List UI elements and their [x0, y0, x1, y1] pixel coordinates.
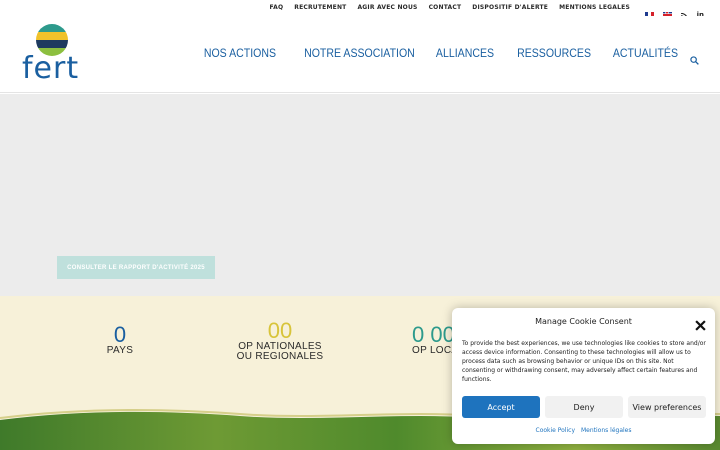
stat-op-nationales: 00 OP NATIONALES OU REGIONALES — [220, 320, 340, 362]
top-utility-bar: FAQ RECRUTEMENT AGIR AVEC NOUS CONTACT D… — [0, 0, 720, 21]
cookie-consent-dialog: Manage Cookie Consent To provide the bes… — [452, 308, 715, 444]
accept-button[interactable]: Accept — [462, 396, 540, 418]
stat-number: 00 — [267, 318, 293, 343]
stat-label-line2: OU REGIONALES — [236, 351, 324, 362]
top-nav-agir[interactable]: AGIR AVEC NOUS — [357, 4, 417, 11]
rapport-activite-button[interactable]: CONSULTER LE RAPPORT D'ACTIVITÉ 2025 — [57, 256, 215, 279]
cookie-buttons: Accept Deny View preferences — [462, 396, 706, 418]
cookie-description: To provide the best experiences, we use … — [462, 340, 706, 383]
top-nav-recrutement[interactable]: RECRUTEMENT — [294, 4, 346, 11]
view-preferences-button[interactable]: View preferences — [628, 396, 706, 418]
nav-alliances[interactable]: ALLIANCES — [436, 46, 494, 60]
cookie-title: Manage Cookie Consent — [535, 317, 632, 326]
fert-logo[interactable]: fert — [22, 22, 86, 88]
stat-op-locales: 0 00 OP LOCA — [400, 324, 460, 356]
main-nav: NOS ACTIONS NOTRE ASSOCIATION ALLIANCES … — [194, 46, 678, 60]
hero-banner: CONSULTER LE RAPPORT D'ACTIVITÉ 2025 — [0, 94, 720, 296]
cookie-links: Cookie Policy Mentions légales — [452, 427, 715, 434]
close-icon[interactable] — [695, 316, 706, 331]
deny-button[interactable]: Deny — [545, 396, 623, 418]
nav-nos-actions[interactable]: NOS ACTIONS — [204, 46, 276, 60]
cookie-policy-link[interactable]: Cookie Policy — [536, 427, 576, 434]
top-nav-mentions[interactable]: MENTIONS LEGALES — [559, 4, 630, 11]
top-nav: FAQ RECRUTEMENT AGIR AVEC NOUS CONTACT D… — [270, 4, 631, 11]
top-nav-faq[interactable]: FAQ — [270, 4, 284, 11]
top-nav-alerte[interactable]: DISPOSITIF D'ALERTE — [472, 4, 548, 11]
search-icon[interactable] — [690, 50, 699, 65]
stat-pays: 0 PAYS — [70, 324, 170, 356]
mentions-legales-link[interactable]: Mentions légales — [581, 427, 632, 434]
stat-label: PAYS — [106, 345, 134, 356]
top-nav-contact[interactable]: CONTACT — [429, 4, 462, 11]
stat-number: 0 — [113, 322, 127, 347]
logo-text: fert — [22, 51, 80, 86]
site-header: fert NOS ACTIONS NOTRE ASSOCIATION ALLIA… — [0, 16, 720, 93]
nav-ressources[interactable]: RESSOURCES — [517, 46, 591, 60]
nav-actualites[interactable]: ACTUALITÉS — [613, 46, 678, 60]
nav-notre-association[interactable]: NOTRE ASSOCIATION — [304, 46, 415, 60]
